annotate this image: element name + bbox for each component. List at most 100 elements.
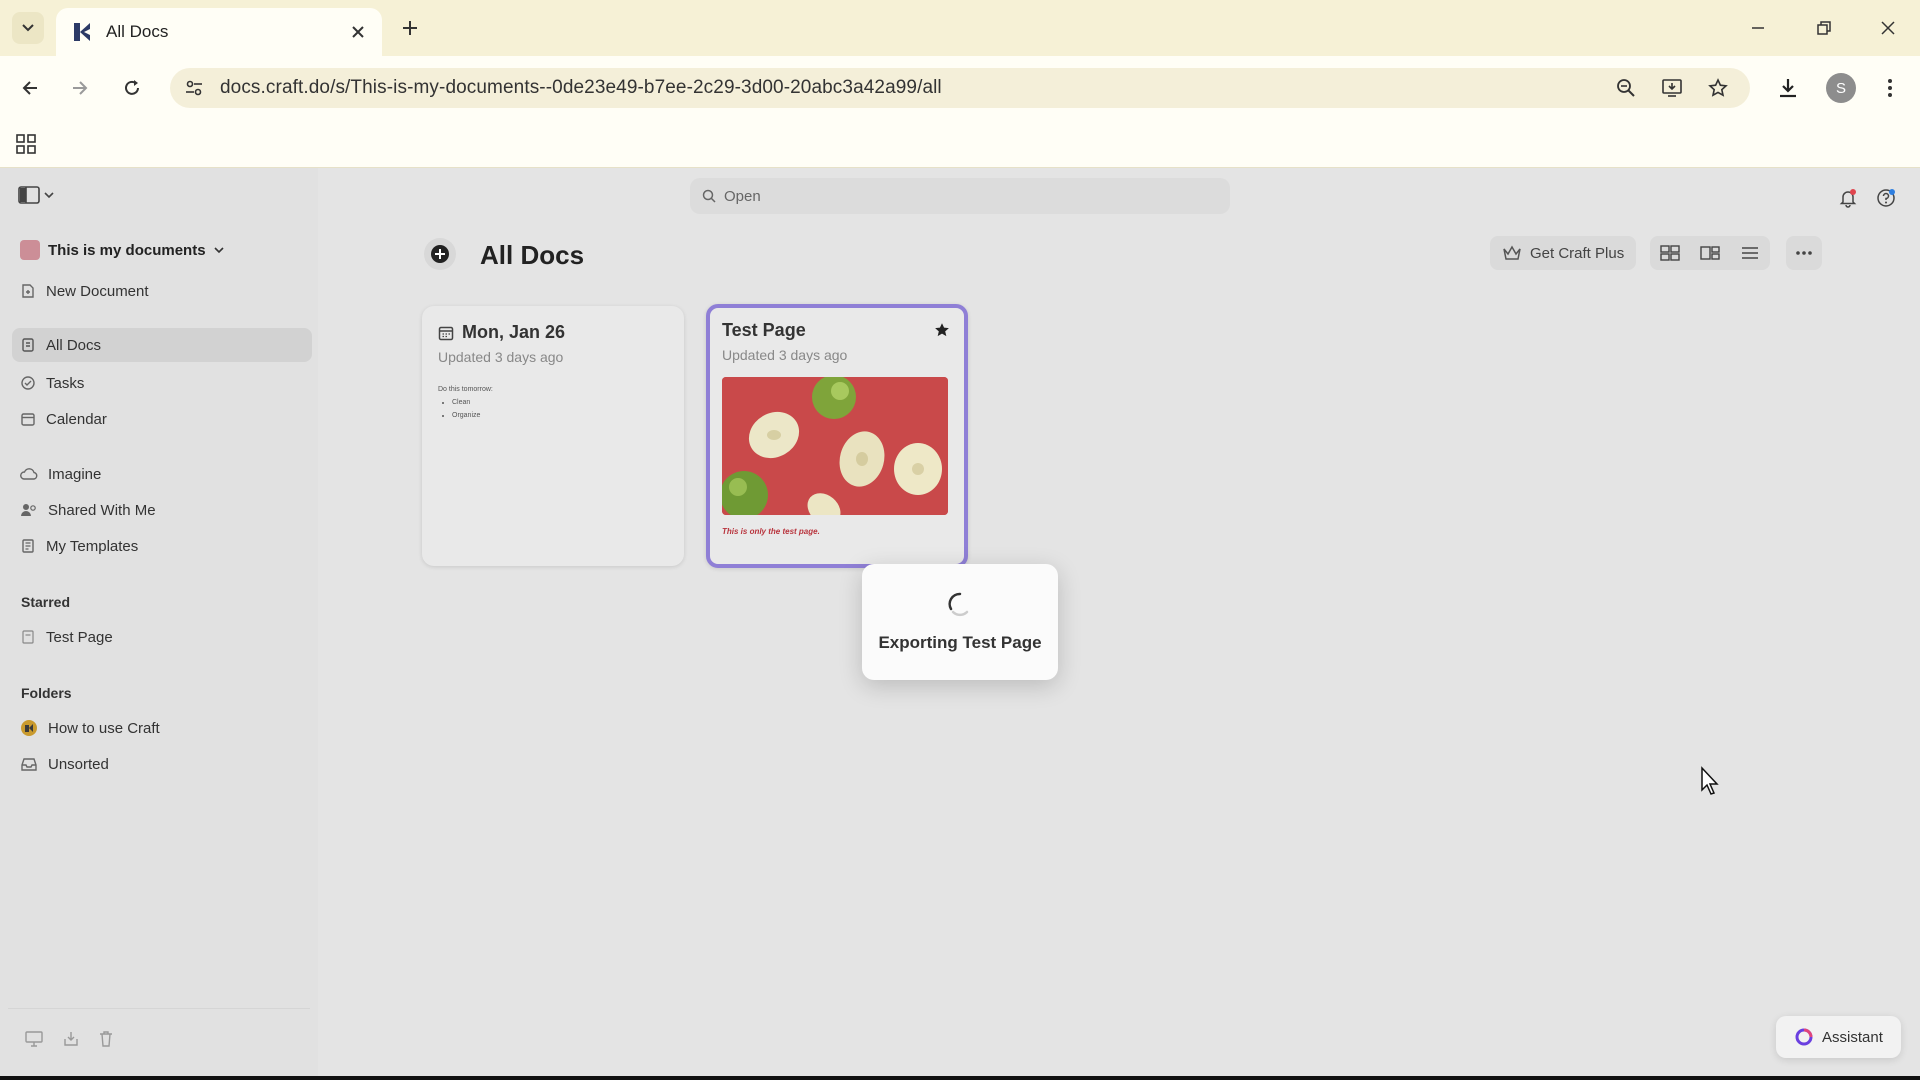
- download-icon: [1780, 79, 1796, 98]
- template-icon: [22, 539, 34, 553]
- profile-avatar[interactable]: S: [1826, 73, 1856, 103]
- card-preview: Do this tomorrow: Clean Organize: [438, 383, 668, 422]
- tab-close-icon[interactable]: [348, 22, 368, 42]
- preview-item: Clean: [452, 396, 668, 409]
- reload-button[interactable]: [116, 72, 148, 104]
- calendar-icon: [21, 413, 35, 426]
- help-icon: [1877, 189, 1895, 207]
- document-card[interactable]: Mon, Jan 26 Updated 3 days ago Do this t…: [422, 306, 684, 566]
- trash-icon[interactable]: [98, 1030, 114, 1048]
- sidebar-item-label: All Docs: [46, 336, 102, 354]
- assistant-label: Assistant: [1822, 1028, 1883, 1046]
- minimize-icon: [1752, 27, 1764, 29]
- assistant-ring-icon: [1795, 1028, 1813, 1046]
- close-window-button[interactable]: [1870, 10, 1906, 46]
- address-bar[interactable]: docs.craft.do/s/This-is-my-documents--0d…: [170, 68, 1750, 108]
- zoom-icon: [1617, 79, 1635, 97]
- sidebar-item-calendar[interactable]: Calendar: [12, 402, 312, 436]
- reload-icon: [125, 80, 139, 95]
- install-app-button[interactable]: [1656, 72, 1688, 104]
- document-card-selected[interactable]: Test Page Updated 3 days ago This is onl…: [706, 304, 968, 568]
- more-options-button[interactable]: [1786, 236, 1822, 270]
- sidebar-item-imagine[interactable]: Imagine: [12, 457, 312, 491]
- back-button[interactable]: [14, 72, 46, 104]
- browser-toolbar: docs.craft.do/s/This-is-my-documents--0d…: [0, 56, 1920, 120]
- screen-bottom-edge: [0, 1076, 1920, 1080]
- workspace-switcher[interactable]: This is my documents: [20, 240, 224, 260]
- craft-app: This is my documents New Document All Do…: [0, 168, 1920, 1076]
- restore-button[interactable]: [1806, 10, 1842, 46]
- sidebar-footer: [24, 1030, 114, 1048]
- apps-grid-icon[interactable]: [16, 134, 36, 154]
- sidebar-item-label: Unsorted: [48, 755, 109, 773]
- list-view-button[interactable]: [1730, 236, 1770, 270]
- workspace-name: This is my documents: [48, 241, 206, 259]
- sidebar-item-label: Test Page: [46, 628, 113, 646]
- card-title-row: Mon, Jan 26: [438, 322, 668, 343]
- chevron-down-icon: [22, 24, 34, 32]
- chevron-down-icon: [44, 192, 54, 199]
- sidebar-item-templates[interactable]: My Templates: [12, 529, 312, 563]
- sidebar-icon: [18, 186, 40, 204]
- url-text[interactable]: docs.craft.do/s/This-is-my-documents--0d…: [220, 77, 942, 99]
- starred-heading: Starred: [21, 594, 71, 610]
- card-title: Mon, Jan 26: [462, 322, 566, 342]
- help-button[interactable]: [1872, 184, 1900, 212]
- sidebar-item-test-page[interactable]: Test Page: [12, 620, 312, 654]
- add-document-button[interactable]: [424, 238, 456, 270]
- search-icon: [702, 189, 716, 203]
- sidebar-item-all-docs[interactable]: All Docs: [12, 328, 312, 362]
- tab-title: All Docs: [106, 22, 169, 41]
- preview-item: Organize: [452, 409, 668, 422]
- import-icon[interactable]: [62, 1030, 80, 1048]
- card-view-button[interactable]: [1690, 236, 1730, 270]
- get-craft-plus-button[interactable]: Get Craft Plus: [1490, 236, 1637, 270]
- kebab-menu-icon: [1888, 79, 1892, 97]
- browser-tab-bar: All Docs: [0, 0, 1920, 56]
- site-settings-icon[interactable]: [184, 78, 204, 98]
- bookmark-button[interactable]: [1702, 72, 1734, 104]
- forward-button[interactable]: [64, 72, 96, 104]
- assistant-button[interactable]: Assistant: [1776, 1016, 1901, 1058]
- page-icon: [22, 630, 34, 644]
- card-updated: Updated 3 days ago: [438, 349, 564, 365]
- restore-icon: [1817, 21, 1831, 35]
- sidebar-toggle-button[interactable]: [18, 186, 54, 204]
- card-caption: This is only the test page.: [722, 527, 820, 536]
- browser-tab[interactable]: All Docs: [56, 8, 382, 56]
- search-placeholder: Open: [724, 187, 761, 205]
- sidebar-item-label: Tasks: [46, 374, 85, 392]
- grid-view-button[interactable]: [1650, 236, 1690, 270]
- sidebar-item-label: My Templates: [46, 537, 139, 555]
- tab-search-button[interactable]: [12, 12, 44, 44]
- new-tab-button[interactable]: [396, 14, 424, 42]
- get-craft-plus-label: Get Craft Plus: [1530, 244, 1625, 262]
- page-title: All Docs: [480, 240, 585, 270]
- install-icon: [1662, 79, 1682, 97]
- minimize-button[interactable]: [1740, 10, 1776, 46]
- cloud-icon: [20, 468, 38, 480]
- sidebar-item-unsorted[interactable]: Unsorted: [12, 747, 312, 781]
- star-outline-icon: [1708, 78, 1728, 97]
- desktop-icon[interactable]: [24, 1030, 44, 1048]
- sidebar-item-shared[interactable]: Shared With Me: [12, 493, 312, 527]
- star-filled-icon[interactable]: [934, 322, 950, 338]
- new-document-label: New Document: [46, 282, 149, 300]
- browser-menu-button[interactable]: [1874, 72, 1906, 104]
- sidebar-item-label: Shared With Me: [48, 501, 156, 519]
- search-input[interactable]: Open: [690, 178, 1230, 214]
- export-status-text: Exporting Test Page: [878, 633, 1042, 652]
- downloads-button[interactable]: [1772, 72, 1804, 104]
- zoom-button[interactable]: [1610, 72, 1642, 104]
- shared-icon: [21, 504, 36, 516]
- sidebar-item-tasks[interactable]: Tasks: [12, 366, 312, 400]
- new-document-button[interactable]: New Document: [12, 274, 312, 308]
- spinner-icon: [948, 592, 969, 617]
- chevron-down-icon: [213, 247, 224, 254]
- export-progress-toast: Exporting Test Page: [862, 564, 1058, 680]
- arrow-left-icon: [22, 81, 37, 95]
- sidebar-item-how-to-use-craft[interactable]: How to use Craft: [12, 711, 312, 745]
- craft-folder-icon: [21, 720, 37, 736]
- notifications-button[interactable]: [1834, 184, 1862, 212]
- card-title: Test Page: [722, 320, 806, 340]
